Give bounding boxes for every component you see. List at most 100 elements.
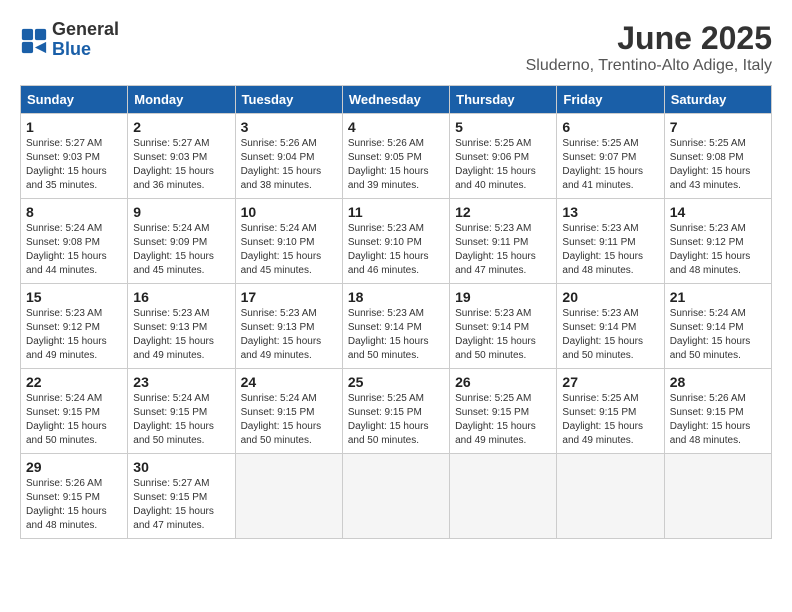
calendar-cell: 3 Sunrise: 5:26 AMSunset: 9:04 PMDayligh… bbox=[235, 114, 342, 199]
day-number: 24 bbox=[241, 374, 337, 390]
col-friday: Friday bbox=[557, 86, 664, 114]
calendar-cell: 23 Sunrise: 5:24 AMSunset: 9:15 PMDaylig… bbox=[128, 369, 235, 454]
day-number: 29 bbox=[26, 459, 122, 475]
calendar-cell: 27 Sunrise: 5:25 AMSunset: 9:15 PMDaylig… bbox=[557, 369, 664, 454]
month-title: June 2025 bbox=[526, 20, 772, 57]
day-number: 6 bbox=[562, 119, 658, 135]
calendar-week-row: 1 Sunrise: 5:27 AMSunset: 9:03 PMDayligh… bbox=[21, 114, 772, 199]
day-info: Sunrise: 5:26 AMSunset: 9:15 PMDaylight:… bbox=[26, 478, 107, 531]
logo-general-text: General bbox=[52, 20, 119, 40]
page-header: General Blue June 2025 Sluderno, Trentin… bbox=[20, 20, 772, 75]
calendar-cell: 17 Sunrise: 5:23 AMSunset: 9:13 PMDaylig… bbox=[235, 284, 342, 369]
calendar-cell: 2 Sunrise: 5:27 AMSunset: 9:03 PMDayligh… bbox=[128, 114, 235, 199]
day-number: 25 bbox=[348, 374, 444, 390]
day-info: Sunrise: 5:23 AMSunset: 9:12 PMDaylight:… bbox=[26, 308, 107, 361]
day-number: 5 bbox=[455, 119, 551, 135]
calendar-cell: 13 Sunrise: 5:23 AMSunset: 9:11 PMDaylig… bbox=[557, 199, 664, 284]
day-number: 7 bbox=[670, 119, 766, 135]
col-tuesday: Tuesday bbox=[235, 86, 342, 114]
day-number: 10 bbox=[241, 204, 337, 220]
day-info: Sunrise: 5:26 AMSunset: 9:05 PMDaylight:… bbox=[348, 138, 429, 191]
day-number: 17 bbox=[241, 289, 337, 305]
calendar-cell: 28 Sunrise: 5:26 AMSunset: 9:15 PMDaylig… bbox=[664, 369, 771, 454]
calendar-cell: 20 Sunrise: 5:23 AMSunset: 9:14 PMDaylig… bbox=[557, 284, 664, 369]
day-number: 14 bbox=[670, 204, 766, 220]
col-sunday: Sunday bbox=[21, 86, 128, 114]
day-info: Sunrise: 5:27 AMSunset: 9:03 PMDaylight:… bbox=[133, 138, 214, 191]
calendar-cell bbox=[235, 454, 342, 539]
calendar-cell: 5 Sunrise: 5:25 AMSunset: 9:06 PMDayligh… bbox=[450, 114, 557, 199]
day-number: 1 bbox=[26, 119, 122, 135]
day-info: Sunrise: 5:23 AMSunset: 9:14 PMDaylight:… bbox=[348, 308, 429, 361]
day-info: Sunrise: 5:23 AMSunset: 9:13 PMDaylight:… bbox=[241, 308, 322, 361]
logo-icon bbox=[20, 27, 48, 55]
day-info: Sunrise: 5:23 AMSunset: 9:12 PMDaylight:… bbox=[670, 223, 751, 276]
calendar-cell: 22 Sunrise: 5:24 AMSunset: 9:15 PMDaylig… bbox=[21, 369, 128, 454]
day-number: 9 bbox=[133, 204, 229, 220]
calendar-week-row: 15 Sunrise: 5:23 AMSunset: 9:12 PMDaylig… bbox=[21, 284, 772, 369]
calendar-week-row: 29 Sunrise: 5:26 AMSunset: 9:15 PMDaylig… bbox=[21, 454, 772, 539]
day-number: 12 bbox=[455, 204, 551, 220]
day-info: Sunrise: 5:23 AMSunset: 9:10 PMDaylight:… bbox=[348, 223, 429, 276]
day-number: 26 bbox=[455, 374, 551, 390]
day-info: Sunrise: 5:24 AMSunset: 9:15 PMDaylight:… bbox=[26, 393, 107, 446]
calendar-cell: 26 Sunrise: 5:25 AMSunset: 9:15 PMDaylig… bbox=[450, 369, 557, 454]
day-number: 30 bbox=[133, 459, 229, 475]
calendar-week-row: 22 Sunrise: 5:24 AMSunset: 9:15 PMDaylig… bbox=[21, 369, 772, 454]
col-thursday: Thursday bbox=[450, 86, 557, 114]
day-info: Sunrise: 5:23 AMSunset: 9:14 PMDaylight:… bbox=[562, 308, 643, 361]
day-number: 19 bbox=[455, 289, 551, 305]
calendar-cell: 15 Sunrise: 5:23 AMSunset: 9:12 PMDaylig… bbox=[21, 284, 128, 369]
calendar-cell: 7 Sunrise: 5:25 AMSunset: 9:08 PMDayligh… bbox=[664, 114, 771, 199]
day-info: Sunrise: 5:25 AMSunset: 9:15 PMDaylight:… bbox=[455, 393, 536, 446]
day-info: Sunrise: 5:24 AMSunset: 9:08 PMDaylight:… bbox=[26, 223, 107, 276]
day-info: Sunrise: 5:24 AMSunset: 9:15 PMDaylight:… bbox=[133, 393, 214, 446]
day-info: Sunrise: 5:24 AMSunset: 9:09 PMDaylight:… bbox=[133, 223, 214, 276]
day-info: Sunrise: 5:25 AMSunset: 9:07 PMDaylight:… bbox=[562, 138, 643, 191]
calendar-header-row: Sunday Monday Tuesday Wednesday Thursday… bbox=[21, 86, 772, 114]
calendar-table: Sunday Monday Tuesday Wednesday Thursday… bbox=[20, 85, 772, 539]
calendar-cell: 25 Sunrise: 5:25 AMSunset: 9:15 PMDaylig… bbox=[342, 369, 449, 454]
day-number: 2 bbox=[133, 119, 229, 135]
day-number: 3 bbox=[241, 119, 337, 135]
day-info: Sunrise: 5:24 AMSunset: 9:15 PMDaylight:… bbox=[241, 393, 322, 446]
col-saturday: Saturday bbox=[664, 86, 771, 114]
col-monday: Monday bbox=[128, 86, 235, 114]
calendar-cell: 10 Sunrise: 5:24 AMSunset: 9:10 PMDaylig… bbox=[235, 199, 342, 284]
day-info: Sunrise: 5:25 AMSunset: 9:06 PMDaylight:… bbox=[455, 138, 536, 191]
day-number: 8 bbox=[26, 204, 122, 220]
day-number: 4 bbox=[348, 119, 444, 135]
day-info: Sunrise: 5:25 AMSunset: 9:15 PMDaylight:… bbox=[562, 393, 643, 446]
day-number: 13 bbox=[562, 204, 658, 220]
calendar-cell bbox=[450, 454, 557, 539]
calendar-cell: 30 Sunrise: 5:27 AMSunset: 9:15 PMDaylig… bbox=[128, 454, 235, 539]
calendar-cell: 29 Sunrise: 5:26 AMSunset: 9:15 PMDaylig… bbox=[21, 454, 128, 539]
calendar-cell: 11 Sunrise: 5:23 AMSunset: 9:10 PMDaylig… bbox=[342, 199, 449, 284]
day-number: 20 bbox=[562, 289, 658, 305]
day-info: Sunrise: 5:23 AMSunset: 9:14 PMDaylight:… bbox=[455, 308, 536, 361]
calendar-week-row: 8 Sunrise: 5:24 AMSunset: 9:08 PMDayligh… bbox=[21, 199, 772, 284]
title-block: June 2025 Sluderno, Trentino-Alto Adige,… bbox=[526, 20, 772, 75]
day-info: Sunrise: 5:27 AMSunset: 9:15 PMDaylight:… bbox=[133, 478, 214, 531]
day-info: Sunrise: 5:25 AMSunset: 9:08 PMDaylight:… bbox=[670, 138, 751, 191]
day-number: 22 bbox=[26, 374, 122, 390]
day-number: 21 bbox=[670, 289, 766, 305]
day-info: Sunrise: 5:24 AMSunset: 9:10 PMDaylight:… bbox=[241, 223, 322, 276]
day-number: 23 bbox=[133, 374, 229, 390]
calendar-cell: 4 Sunrise: 5:26 AMSunset: 9:05 PMDayligh… bbox=[342, 114, 449, 199]
day-number: 18 bbox=[348, 289, 444, 305]
col-wednesday: Wednesday bbox=[342, 86, 449, 114]
calendar-cell bbox=[557, 454, 664, 539]
day-number: 15 bbox=[26, 289, 122, 305]
calendar-cell: 12 Sunrise: 5:23 AMSunset: 9:11 PMDaylig… bbox=[450, 199, 557, 284]
calendar-cell: 21 Sunrise: 5:24 AMSunset: 9:14 PMDaylig… bbox=[664, 284, 771, 369]
calendar-cell: 18 Sunrise: 5:23 AMSunset: 9:14 PMDaylig… bbox=[342, 284, 449, 369]
calendar-cell: 19 Sunrise: 5:23 AMSunset: 9:14 PMDaylig… bbox=[450, 284, 557, 369]
logo: General Blue bbox=[20, 20, 119, 60]
day-number: 16 bbox=[133, 289, 229, 305]
day-info: Sunrise: 5:26 AMSunset: 9:04 PMDaylight:… bbox=[241, 138, 322, 191]
calendar-cell bbox=[342, 454, 449, 539]
day-info: Sunrise: 5:25 AMSunset: 9:15 PMDaylight:… bbox=[348, 393, 429, 446]
day-number: 11 bbox=[348, 204, 444, 220]
day-number: 28 bbox=[670, 374, 766, 390]
